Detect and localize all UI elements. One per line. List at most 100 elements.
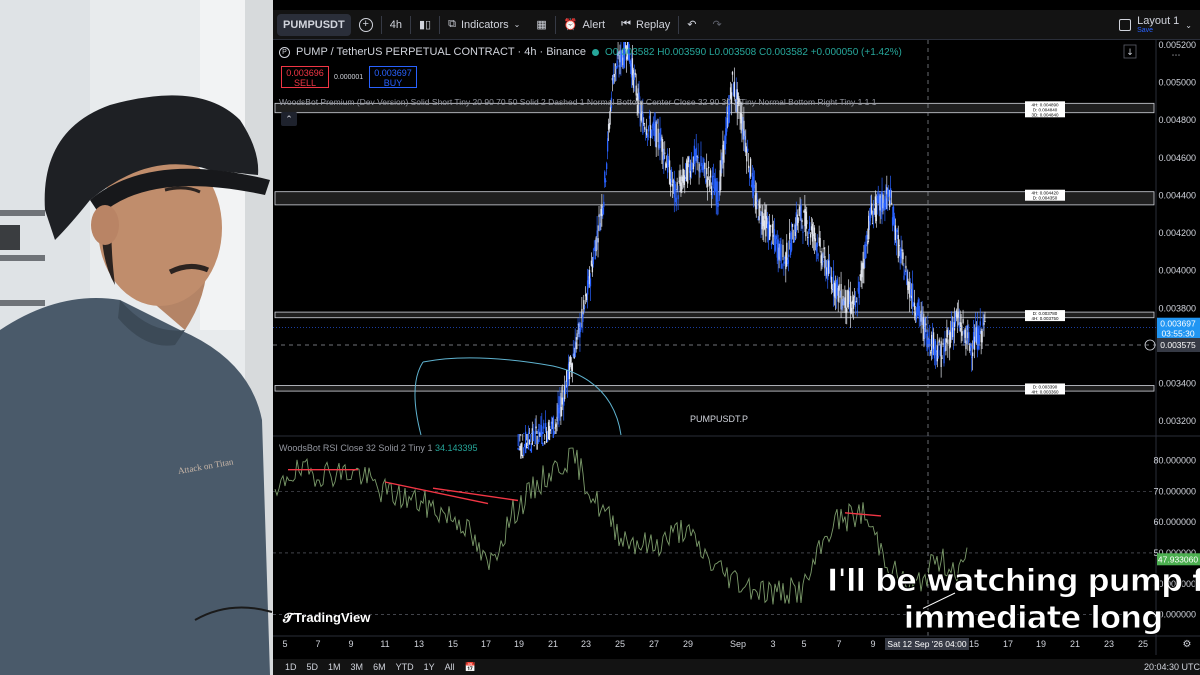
price-tick-label: 0.004000 <box>1158 266 1196 276</box>
time-tick-label: 27 <box>649 639 659 649</box>
candle-body <box>787 259 789 264</box>
candle-body <box>708 179 711 186</box>
candle-body <box>545 422 547 431</box>
candle-body <box>525 431 527 454</box>
time-tick-label: Sep <box>730 639 746 649</box>
candle-body <box>766 217 768 225</box>
candle-body <box>852 296 855 309</box>
undo-button[interactable]: ↶ <box>679 10 704 40</box>
candle-body <box>718 192 720 201</box>
tradingview-logo-text: TradingView <box>294 610 371 625</box>
candle-body <box>905 265 907 269</box>
timeframe-1y[interactable]: 1Y <box>424 662 435 672</box>
candle-body <box>968 332 970 343</box>
buy-button[interactable]: 0.003697 BUY <box>369 66 417 88</box>
premium-indicator-legend[interactable]: WoodsBot Premium (Dev Version) Solid Sho… <box>279 97 877 107</box>
indicators-button[interactable]: ⧉ Indicators ⌄ <box>440 10 528 40</box>
candle-body <box>885 198 887 210</box>
candle-body <box>782 244 784 258</box>
crosshair-time-label: Sat 12 Sep '26 04:00 <box>887 639 966 649</box>
candle-body <box>674 184 676 191</box>
timeframe-button[interactable]: 4h <box>382 10 410 40</box>
candle-body <box>970 345 972 348</box>
candle-body <box>635 85 637 96</box>
candle-body <box>872 210 875 216</box>
candle-body <box>664 152 666 154</box>
candle-body <box>897 235 899 259</box>
timeframe-1d[interactable]: 1D <box>285 662 297 672</box>
candle-body <box>791 223 794 227</box>
candle-body <box>744 136 746 140</box>
candle-body <box>953 322 956 331</box>
candle-body <box>647 134 649 138</box>
candle-body <box>948 331 950 333</box>
rsi-tick-label: 60.000000 <box>1153 517 1196 527</box>
sell-button[interactable]: 0.003696 SELL <box>281 66 329 88</box>
chevron-down-icon: ⌄ <box>1185 20 1192 30</box>
candle-body <box>816 242 818 247</box>
layout-menu[interactable]: Layout 1 Save ⌄ <box>1119 10 1192 40</box>
compare-symbol-button[interactable]: + <box>351 10 381 40</box>
replay-button[interactable]: ⏮ Replay <box>613 10 678 40</box>
time-tick-label: 13 <box>414 639 424 649</box>
candle-body <box>647 126 650 132</box>
top-toolbar: PUMPUSDT + 4h ▮▯ ⧉ Indicators ⌄ ▦ ⏰ Aler… <box>273 10 1200 40</box>
symbol-label: PUMPUSDT <box>283 18 345 31</box>
price-tick-label: 0.004200 <box>1158 228 1196 238</box>
timeframe-3m[interactable]: 3M <box>351 662 364 672</box>
collapse-legend-button[interactable]: ⌃ <box>281 112 297 126</box>
candle-body <box>768 224 771 240</box>
candle-body <box>655 121 657 148</box>
candle-body <box>960 322 962 331</box>
more-options-icon: ⋯ <box>1172 51 1181 61</box>
layout-save-label: Save <box>1137 26 1154 34</box>
candle-body <box>555 424 557 428</box>
candle-body <box>783 261 785 267</box>
alert-button[interactable]: ⏰ Alert <box>556 10 613 40</box>
candle-body <box>938 339 940 343</box>
candle-body <box>841 306 843 309</box>
candle-body <box>549 429 552 431</box>
rsi-indicator-legend[interactable]: WoodsBot RSI Close 32 Solid 2 Tiny 1 34.… <box>279 443 478 453</box>
time-tick-label: 23 <box>1104 639 1114 649</box>
price-tick-label: 0.003800 <box>1158 303 1196 313</box>
candle-body <box>675 197 677 207</box>
spread-value: 0.000001 <box>334 74 364 81</box>
timeframe-all[interactable]: All <box>445 662 455 672</box>
candle-body <box>822 260 824 263</box>
webcam-panel: Attack on Titan <box>0 0 273 675</box>
templates-button[interactable]: ▦ <box>528 10 554 40</box>
replay-label: Replay <box>636 18 671 31</box>
timeframe-5d[interactable]: 5D <box>307 662 319 672</box>
rsi-params: Close 32 Solid 2 Tiny 1 <box>340 443 433 453</box>
timeframe-6m[interactable]: 6M <box>373 662 386 672</box>
redo-button[interactable]: ↷ <box>704 10 729 40</box>
candle-body <box>971 352 974 357</box>
candle-body <box>934 340 937 356</box>
candle-body <box>800 204 802 221</box>
candle-body <box>771 224 774 233</box>
timeframe-1m[interactable]: 1M <box>328 662 341 672</box>
candle-body <box>528 439 531 445</box>
candle-body <box>913 302 916 310</box>
timeframe-ytd[interactable]: YTD <box>396 662 414 672</box>
candle-body <box>699 169 701 173</box>
candle-body <box>983 322 985 325</box>
candle-body <box>643 122 645 124</box>
symbol-search-button[interactable]: PUMPUSDT <box>277 13 351 36</box>
date-range-icon[interactable]: 📅 <box>465 662 476 673</box>
candle-body <box>856 310 858 312</box>
video-caption: I'll be watching pump for immediate long <box>783 563 1200 637</box>
candle-body <box>961 331 963 336</box>
chart-type-button[interactable]: ▮▯ <box>411 10 439 40</box>
candle-body <box>871 223 874 225</box>
candle-body <box>903 275 905 280</box>
candle-body <box>560 407 562 417</box>
candle-body <box>571 363 574 372</box>
candle-body <box>907 278 909 291</box>
candle-body <box>597 238 599 243</box>
candle-body <box>817 254 819 256</box>
candle-body <box>773 229 776 240</box>
utc-clock[interactable]: 20:04:30 UTC <box>1144 659 1200 675</box>
candle-body <box>582 313 584 322</box>
